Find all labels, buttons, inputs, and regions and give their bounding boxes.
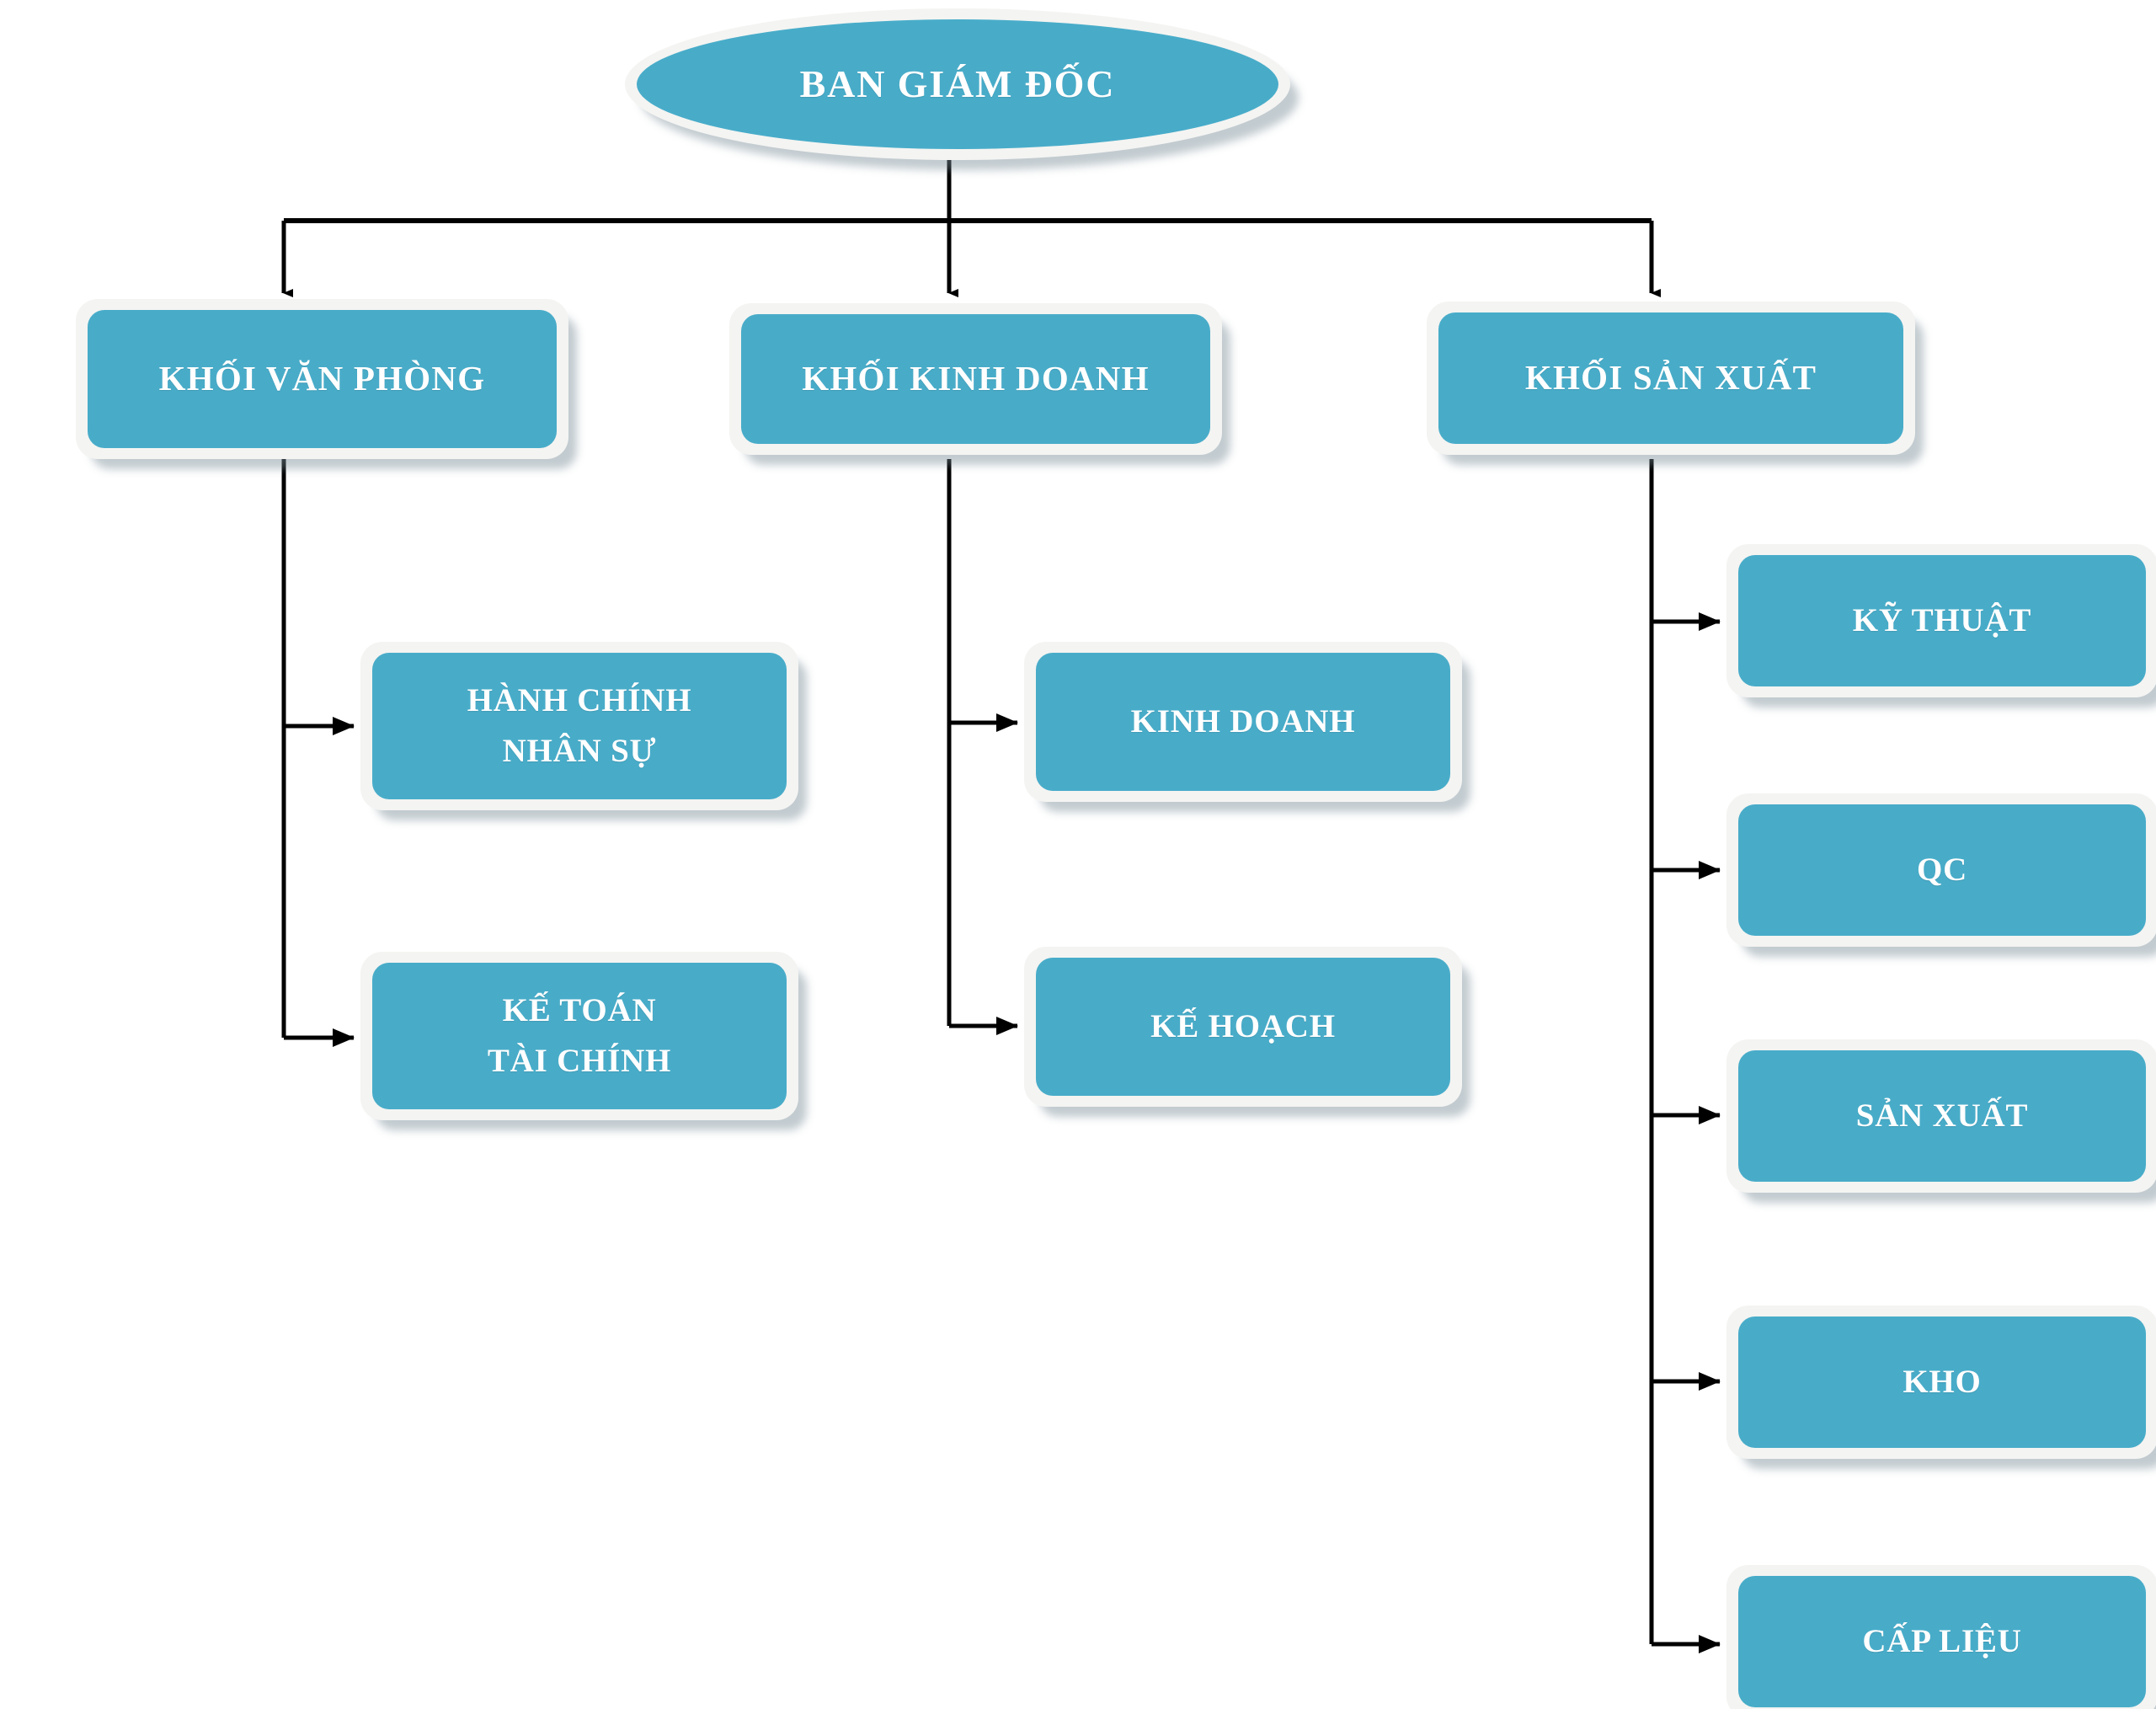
org-chart-canvas: BAN GIÁM ĐỐC KHỐI VĂN PHÒNG KHỐI KINH DO…: [0, 0, 2156, 1709]
node-label: KINH DOANH: [1130, 702, 1356, 740]
node-label: KẾ TOÁN TÀI CHÍNH: [487, 991, 672, 1079]
node-san-xuat[interactable]: SẢN XUẤT: [1726, 1039, 2156, 1193]
node-label: KHỐI VĂN PHÒNG: [158, 359, 486, 398]
node-label: QC: [1916, 851, 1968, 888]
node-ky-thuat[interactable]: KỸ THUẬT: [1726, 544, 2156, 697]
node-ke-hoach[interactable]: KẾ HOẠCH: [1024, 947, 1462, 1107]
node-label: KHỐI KINH DOANH: [802, 359, 1150, 398]
node-khoi-kinh-doanh[interactable]: KHỐI KINH DOANH: [729, 303, 1222, 455]
node-label: BAN GIÁM ĐỐC: [799, 61, 1116, 105]
node-label: CẤP LIỆU: [1862, 1622, 2022, 1659]
node-hanh-chinh-nhan-su[interactable]: HÀNH CHÍNH NHÂN SỰ: [360, 642, 798, 810]
node-kho[interactable]: KHO: [1726, 1306, 2156, 1459]
node-khoi-san-xuat[interactable]: KHỐI SẢN XUẤT: [1427, 302, 1915, 455]
node-ke-toan-tai-chinh[interactable]: KẾ TOÁN TÀI CHÍNH: [360, 952, 798, 1120]
node-label: KỸ THUẬT: [1852, 601, 2032, 638]
node-kinh-doanh[interactable]: KINH DOANH: [1024, 642, 1462, 802]
node-ban-giam-doc[interactable]: BAN GIÁM ĐỐC: [625, 8, 1290, 160]
node-qc[interactable]: QC: [1726, 793, 2156, 947]
node-label: KHO: [1903, 1363, 1982, 1400]
node-label: SẢN XUẤT: [1855, 1097, 2029, 1134]
node-cap-lieu[interactable]: CẤP LIỆU: [1726, 1565, 2156, 1709]
node-label: KHỐI SẢN XUẤT: [1524, 358, 1817, 398]
node-khoi-van-phong[interactable]: KHỐI VĂN PHÒNG: [76, 299, 568, 459]
node-label: KẾ HOẠCH: [1150, 1007, 1336, 1044]
node-label: HÀNH CHÍNH NHÂN SỰ: [467, 681, 692, 769]
